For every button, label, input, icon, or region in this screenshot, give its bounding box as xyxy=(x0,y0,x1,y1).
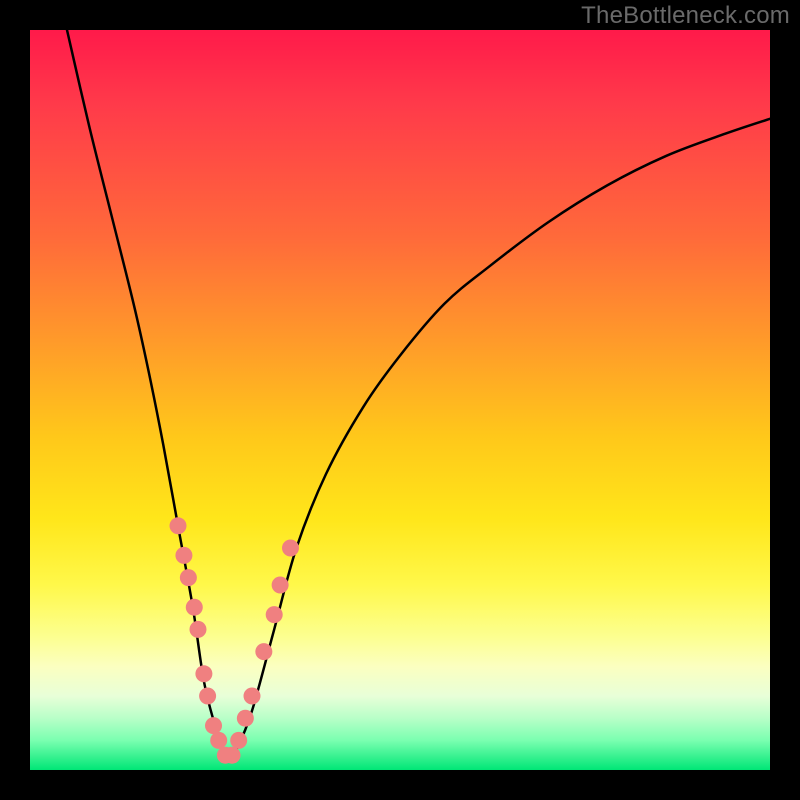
data-point xyxy=(237,710,254,727)
data-markers xyxy=(170,517,299,763)
data-point xyxy=(199,688,216,705)
chart-frame: TheBottleneck.com xyxy=(0,0,800,800)
data-point xyxy=(205,717,222,734)
plot-area xyxy=(30,30,770,770)
bottleneck-curve xyxy=(67,30,770,755)
data-point xyxy=(186,599,203,616)
data-point xyxy=(282,540,299,557)
data-point xyxy=(170,517,187,534)
data-point xyxy=(195,665,212,682)
data-point xyxy=(224,747,241,764)
watermark-text: TheBottleneck.com xyxy=(581,2,790,30)
data-point xyxy=(210,732,227,749)
data-point xyxy=(175,547,192,564)
data-point xyxy=(255,643,272,660)
chart-svg xyxy=(30,30,770,770)
data-point xyxy=(230,732,247,749)
data-point xyxy=(272,577,289,594)
data-point xyxy=(266,606,283,623)
data-point xyxy=(244,688,261,705)
data-point xyxy=(189,621,206,638)
data-point xyxy=(180,569,197,586)
